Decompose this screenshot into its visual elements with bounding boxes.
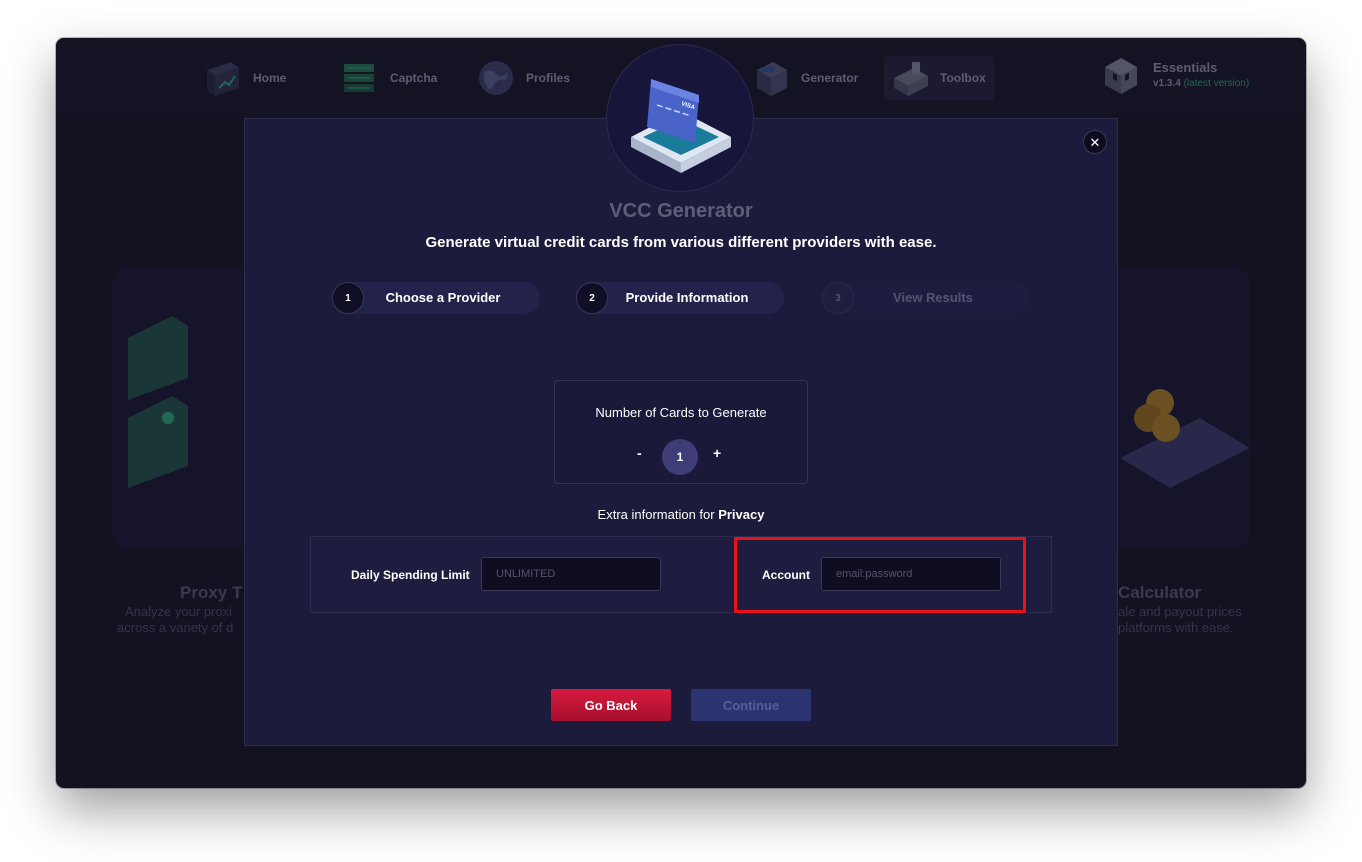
generator-icon <box>749 56 793 100</box>
essentials-version: v1.3.4 (latest version) <box>1153 78 1249 89</box>
modal-close-button[interactable]: ✕ <box>1083 130 1107 154</box>
extra-info-heading: Extra information for Privacy <box>56 507 1306 522</box>
proxy-tester-illustration <box>128 316 188 488</box>
step-label: Choose a Provider <box>385 290 501 305</box>
app-window: Home Captcha Profiles Generator Toolbox … <box>56 38 1306 788</box>
background-card-proxy <box>112 268 252 548</box>
essentials-logo <box>1103 56 1143 96</box>
nav-item-captcha[interactable]: Captcha <box>338 56 437 100</box>
card-count-label: Number of Cards to Generate <box>595 405 767 420</box>
home-icon <box>201 56 245 100</box>
nav-item-toolbox[interactable]: Toolbox <box>884 56 994 100</box>
version-status: (latest version) <box>1183 78 1250 89</box>
extra-info-prefix: Extra information for <box>597 507 719 522</box>
modal-title: VCC Generator <box>609 200 753 222</box>
toolbox-icon <box>888 56 932 100</box>
nav-item-home[interactable]: Home <box>201 56 286 100</box>
increment-button[interactable]: + <box>713 445 721 461</box>
step-choose-provider[interactable]: 1 Choose a Provider <box>332 282 540 314</box>
continue-button[interactable]: Continue <box>691 689 811 721</box>
credit-card-icon: VISA <box>607 79 755 197</box>
decrement-button[interactable]: - <box>637 445 642 461</box>
step-label: Provide Information <box>625 290 749 305</box>
calculator-illustration <box>1120 389 1250 488</box>
essentials-title: Essentials <box>1153 60 1218 75</box>
go-back-button[interactable]: Go Back <box>551 689 671 721</box>
account-field-highlight <box>734 537 1026 613</box>
card-count-value: 1 <box>662 439 698 475</box>
profiles-icon <box>474 56 518 100</box>
background-card-calculator <box>1110 268 1250 548</box>
daily-spending-limit-input[interactable] <box>481 557 661 591</box>
background-card-text-right-2: platforms with ease. <box>1118 620 1234 635</box>
background-card-title-left: Proxy T <box>180 583 243 602</box>
step-label: View Results <box>893 290 973 305</box>
step-provide-information[interactable]: 2 Provide Information <box>576 282 784 314</box>
background-card-text-left-1: Analyze your proxi <box>125 604 232 619</box>
step-view-results[interactable]: 3 View Results <box>822 282 1030 314</box>
close-icon: ✕ <box>1089 135 1101 150</box>
card-count-box: Number of Cards to Generate - 1 + <box>554 380 808 484</box>
nav-item-generator[interactable]: Generator <box>749 56 858 100</box>
daily-spending-limit-label: Daily Spending Limit <box>351 568 470 582</box>
modal-subtitle: Generate virtual credit cards from vario… <box>425 234 937 251</box>
background-card-title-right: Calculator <box>1118 583 1202 602</box>
captcha-icon <box>338 56 382 100</box>
cube-icon <box>1103 58 1139 100</box>
nav-item-profiles[interactable]: Profiles <box>474 56 570 100</box>
extra-info-provider: Privacy <box>718 507 765 522</box>
background-card-text-right-1: ale and payout prices <box>1118 604 1242 619</box>
modal-icon-badge: VISA <box>606 44 754 192</box>
version-number: v1.3.4 <box>1153 78 1181 89</box>
background-card-text-left-2: across a variety of d <box>117 620 234 635</box>
